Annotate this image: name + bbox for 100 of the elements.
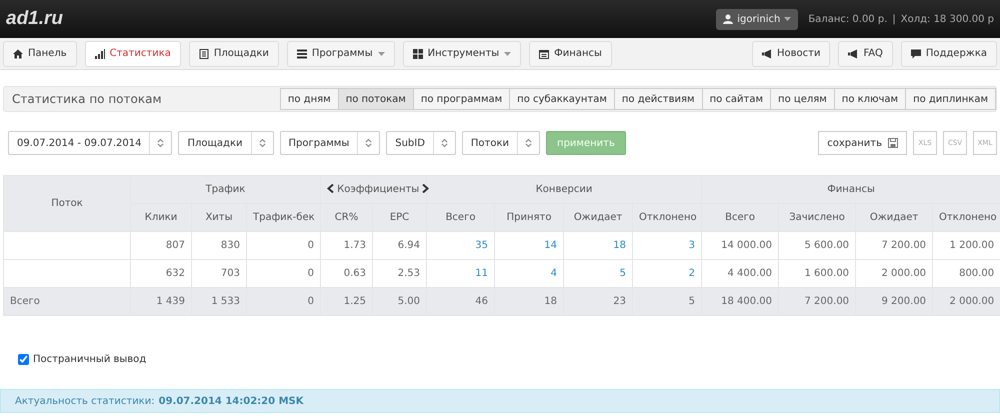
caret-icon [378,52,385,56]
grouping-tab[interactable]: по целям [770,88,835,110]
column-header: EPC [372,204,427,232]
grouping-tab[interactable]: по сайтам [702,88,772,110]
save-button[interactable]: сохранить [818,131,907,155]
grouping-tab[interactable]: по диплинкам [905,88,996,110]
chevron-left-icon [327,184,334,193]
table-cell: 1 439 [130,288,192,316]
column-header: Хиты [192,204,246,232]
nav-button[interactable]: FAQ [838,40,893,66]
hold-text: Холд: 18 300.00 р [900,12,994,26]
count-link[interactable]: 3 [688,240,696,251]
logo[interactable]: ad1.ru [6,4,64,34]
count-link[interactable]: 35 [475,240,488,251]
column-header: Клики [130,204,192,232]
sort-arrows-icon [525,138,532,148]
grouping-tab[interactable]: по ключам [834,88,906,110]
nav-button[interactable]: Новости [752,40,830,66]
nav-button[interactable]: Площадки [188,40,279,66]
count-link[interactable]: 11 [475,268,488,279]
status-label: Актуальность статистики: [15,394,155,408]
filter-select[interactable]: Потоки [462,131,540,155]
table-cell: 18 400.00 [702,288,779,316]
count-link[interactable]: 18 [613,240,626,251]
table-cell: 0 [246,232,320,260]
count-link[interactable]: 4 [550,268,558,279]
filter-select[interactable]: Программы [280,131,380,155]
table-cell: 830 [192,232,246,260]
paging-label[interactable]: Постраничный вывод [33,352,146,367]
sort-arrows-icon [157,138,164,148]
column-header: Всего [702,204,779,232]
table-cell: 807 [130,232,192,260]
section-title: Статистика по потокам [12,91,162,108]
column-header: Отклонено [632,204,702,232]
list-icon [296,48,307,58]
column-header: Принято [494,204,564,232]
group-title: Коэффициенты [336,184,420,195]
column-header: Трафик-бек [246,204,320,232]
group-header: Финансы [702,176,1000,204]
column-header: Поток [4,176,130,232]
count-link[interactable]: 5 [620,268,626,279]
bar-chart-icon [94,48,105,58]
column-header: Ожидает [564,204,633,232]
caret-icon [504,52,512,56]
sort-arrows-icon [258,138,266,148]
table-cell: 1 533 [192,288,246,316]
filter-select[interactable]: SubID [386,131,456,155]
table-cell: 1.73 [320,232,372,260]
grouping-tab[interactable]: по субаккаунтам [509,88,615,110]
table-cell: 18 [494,288,564,316]
grouping-tab[interactable]: по потокам [338,88,414,110]
megaphone-icon [762,48,772,58]
sort-arrows-icon [440,138,448,148]
count-link[interactable]: 14 [544,240,558,251]
table-cell: 9 200.00 [856,288,933,316]
total-label: Всего [4,288,130,316]
nav-button[interactable]: Панель [3,40,77,66]
column-header: CR% [320,204,372,232]
filter-select[interactable]: Площадки [178,131,274,155]
table-cell: 6.94 [372,232,427,260]
nav-button[interactable]: Поддержка [900,40,997,66]
home-icon [13,48,23,58]
table-cell: 0 [246,288,320,316]
column-header: Всего [426,204,495,232]
nav-button[interactable]: Статистика [84,40,181,66]
nav-button[interactable]: Инструменты [402,40,522,66]
count-link[interactable]: 2 [688,268,696,279]
grouping-tab[interactable]: по дням [280,88,339,110]
grouping-tab[interactable]: по действиям [614,88,703,110]
megaphone-icon [848,48,858,58]
status-timestamp: 09.07.2014 14:02:20 MSK [158,394,304,408]
column-header: Отклонено [932,204,1000,232]
nav-button[interactable]: Программы [286,40,395,66]
group-header: Конверсии [426,176,702,204]
group-header: Трафик [130,176,320,204]
table-cell: 14 000.00 [702,232,779,260]
table-cell: 5 [632,288,702,316]
paging-checkbox[interactable] [18,354,29,365]
table-cell: 7 200.00 [856,232,933,260]
document-icon [198,48,209,58]
column-header: Зачислено [778,204,856,232]
user-menu-button[interactable]: igorinich [716,8,798,30]
chevron-right-icon [422,184,430,193]
table-cell: 23 [564,288,633,316]
filter-select[interactable]: 09.07.2014 - 09.07.2014 [8,131,172,155]
table-cell: 7 200.00 [778,288,856,316]
caret-icon [784,17,792,21]
balance-text: Баланс: 0.00 р. [808,12,888,26]
table-cell: 1.25 [320,288,372,316]
table-cell: 5.00 [372,288,427,316]
grouping-tab[interactable]: по программам [412,88,510,110]
sort-arrows-icon [365,138,372,148]
nav-button[interactable]: Финансы [529,40,612,66]
user-icon [723,14,734,24]
table-cell: 46 [426,288,495,316]
comment-icon [910,48,921,58]
calendar-icon [539,48,550,58]
separator: | [892,12,896,26]
table-cell: 2 000.00 [932,288,1000,316]
column-header: Ожидает [856,204,933,232]
